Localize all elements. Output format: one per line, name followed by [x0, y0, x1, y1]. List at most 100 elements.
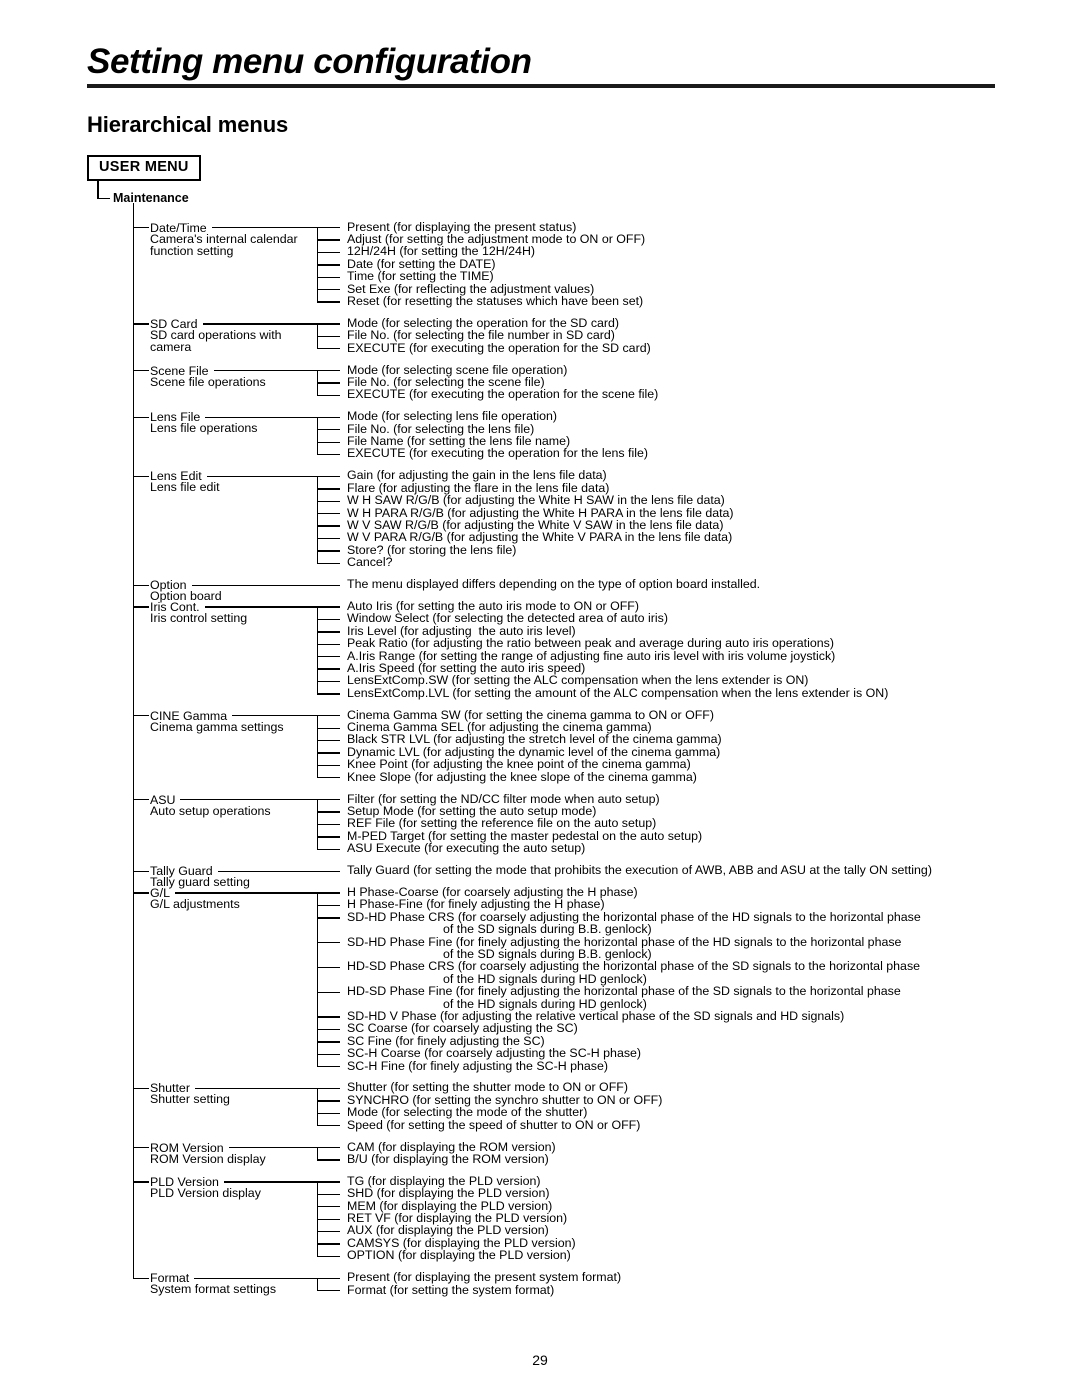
tree-branch-level2 [317, 301, 340, 303]
menu-item-text[interactable]: B/U (for displaying the ROM version) [347, 1152, 549, 1165]
tree-branch-level2 [317, 1181, 340, 1183]
tree-branch-level2 [317, 1159, 340, 1161]
menu-group-rule [229, 1147, 318, 1149]
tree-branch-level2 [317, 1041, 340, 1043]
menu-item-text[interactable]: The menu displayed differs depending on … [347, 578, 760, 591]
tree-spine-level2 [317, 416, 319, 454]
tree-branch-level2 [317, 668, 340, 670]
menu-item-text[interactable]: EXECUTE (for executing the operation for… [347, 388, 658, 401]
menu-item-text[interactable]: SC Coarse (for coarsely adjusting the SC… [347, 1022, 578, 1035]
tree-branch-level2 [317, 1277, 340, 1279]
menu-item-text[interactable]: Gain (for adjusting the gain in the lens… [347, 469, 607, 482]
tree-branch-level2 [317, 323, 340, 325]
root-connector-horizontal [97, 197, 110, 200]
menu-item-text[interactable]: Present (for displaying the present syst… [347, 1271, 621, 1284]
tree-branch-level2 [317, 453, 340, 456]
manual-page: Setting menu configuration Hierarchical … [0, 0, 1080, 1400]
tree-branch-level2 [317, 537, 340, 540]
menu-item-text[interactable]: EXECUTE (for executing the operation for… [347, 447, 648, 460]
menu-group-rule [175, 892, 318, 894]
tree-branch-level2 [317, 643, 340, 645]
menu-item-text[interactable]: SHD (for displaying the PLD version) [347, 1187, 549, 1200]
tree-branch-level2 [317, 618, 340, 621]
menu-item-text[interactable]: Time (for setting the TIME) [347, 270, 494, 283]
tree-branch-level2 [317, 764, 340, 767]
menu-item-text[interactable]: SC-H Fine (for finely adjusting the SC-H… [347, 1059, 608, 1072]
tree-branch-level2 [317, 562, 340, 564]
tree-branch-level1 [133, 892, 149, 894]
menu-group-description: SD card operations with camera [150, 327, 282, 355]
menu-item-text[interactable]: REF File (for setting the reference file… [347, 817, 656, 830]
menu-item-text[interactable]: Peak Ratio (for adjusting the ratio betw… [347, 637, 834, 650]
tree-branch-level2 [317, 429, 340, 431]
tree-branch-level2 [317, 991, 340, 993]
tree-branch-level1 [133, 323, 149, 325]
tree-branch-level2 [317, 1206, 340, 1208]
page-title: Setting menu configuration [87, 42, 532, 81]
tree-branch-level1 [133, 416, 149, 419]
menu-item-text[interactable]: HD-SD Phase CRS (for coarsely adjusting … [347, 960, 920, 985]
tree-branch-level2 [317, 752, 340, 754]
menu-item-text[interactable]: ASU Execute (for executing the auto setu… [347, 842, 585, 855]
menu-item-text[interactable]: LensExtComp.LVL (for setting the amount … [347, 686, 888, 699]
tree-branch-level2 [317, 870, 340, 872]
tree-branch-level2 [317, 348, 340, 350]
tree-branch-level2 [317, 264, 340, 266]
menu-item-text[interactable]: LensExtComp.SW (for setting the ALC comp… [347, 674, 808, 687]
root-connector-vertical [97, 181, 99, 199]
tree-branch-level2 [317, 441, 340, 443]
tree-branch-level2 [317, 370, 340, 372]
menu-item-text[interactable]: HD-SD Phase Fine (for finely adjusting t… [347, 985, 901, 1010]
menu-item-text[interactable]: H Phase-Fine (for finely adjusting the H… [347, 898, 605, 911]
menu-item-text[interactable]: Window Select (for selecting the detecte… [347, 612, 668, 625]
menu-item-text[interactable]: File No. (for selecting the file number … [347, 329, 615, 342]
menu-group-description: G/L adjustments [150, 896, 240, 911]
tree-branch-level1 [133, 475, 149, 478]
menu-item-text[interactable]: OPTION (for displaying the PLD version) [347, 1249, 571, 1262]
menu-item-text[interactable]: Tally Guard (for setting the mode that p… [347, 864, 932, 877]
menu-item-text[interactable]: 12H/24H (for setting the 12H/24H) [347, 245, 535, 258]
tree-branch-level2 [317, 631, 340, 633]
menu-item-text[interactable]: SD-HD Phase Fine (for finely adjusting t… [347, 935, 901, 960]
menu-item-text[interactable]: SD-HD Phase CRS (for coarsely adjusting … [347, 911, 921, 936]
tree-branch-level2 [317, 727, 340, 729]
menu-item-text[interactable]: Reset (for resetting the statuses which … [347, 294, 643, 307]
tree-spine-level2 [317, 1277, 319, 1290]
menu-item-text[interactable]: Shutter (for setting the shutter mode to… [347, 1081, 628, 1094]
tree-branch-level2 [317, 394, 340, 397]
tree-branch-level2 [317, 239, 340, 241]
tree-branch-level2 [317, 777, 340, 779]
menu-item-text[interactable]: W H SAW R/G/B (for adjusting the White H… [347, 494, 725, 507]
menu-group-rule [195, 1087, 318, 1090]
menu-item-text[interactable]: Mode (for selecting the mode of the shut… [347, 1106, 587, 1119]
menu-item-text[interactable]: Knee Point (for adjusting the knee point… [347, 758, 691, 771]
menu-item-text[interactable]: EXECUTE (for executing the operation for… [347, 341, 651, 354]
tree-branch-level1 [133, 1181, 149, 1183]
menu-item-text[interactable]: Cancel? [347, 556, 392, 569]
tree-branch-level2 [317, 693, 340, 695]
menu-item-text[interactable]: Black STR LVL (for adjusting the stretch… [347, 733, 722, 746]
tree-branch-level1 [133, 606, 149, 608]
tree-branch-level2 [317, 656, 340, 658]
menu-item-text[interactable]: W V PARA R/G/B (for adjusting the White … [347, 531, 732, 544]
menu-item-text[interactable]: Mode (for selecting lens file operation) [347, 410, 557, 423]
menu-group-rule [224, 1181, 318, 1183]
menu-item-text[interactable]: Knee Slope (for adjusting the knee slope… [347, 770, 697, 783]
menu-group-description: Camera's internal calendar function sett… [150, 231, 298, 259]
tree-branch-level1 [133, 1277, 149, 1279]
tree-branch-level2 [317, 823, 340, 826]
tree-branch-level1 [133, 715, 149, 717]
menu-item-text[interactable]: SC-H Coarse (for coarsely adjusting the … [347, 1047, 641, 1060]
menu-item-text[interactable]: AUX (for displaying the PLD version) [347, 1224, 549, 1237]
tree-spine-level2 [317, 1087, 319, 1126]
menu-item-text[interactable]: Speed (for setting the speed of shutter … [347, 1118, 640, 1131]
tree-branch-level2 [317, 500, 340, 502]
tree-branch-level2 [317, 715, 340, 717]
tree-branch-level2 [317, 289, 340, 291]
tree-branch-level1 [133, 1147, 149, 1149]
menu-group-rule [205, 416, 318, 419]
menu-item-text[interactable]: Format (for setting the system format) [347, 1283, 554, 1296]
menu-group-description: System format settings [150, 1282, 277, 1297]
menu-group-description: Auto setup operations [150, 803, 271, 818]
tree-branch-level2 [317, 811, 340, 813]
